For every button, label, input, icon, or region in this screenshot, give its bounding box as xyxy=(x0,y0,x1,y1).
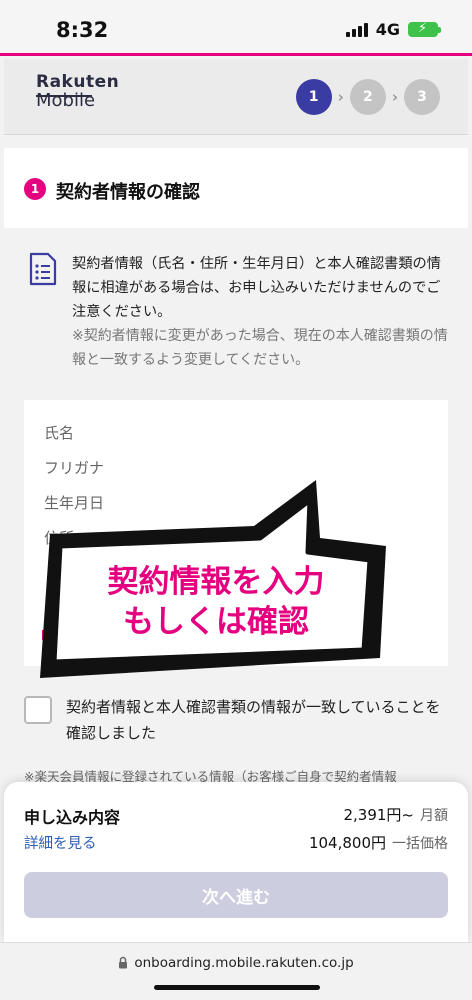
site-header: Rakuten Mobile 1 › 2 › 3 xyxy=(4,59,468,135)
order-summary-sheet: 申し込み内容 詳細を見る 2,391円~ 月額 104,800円 一括価格 次へ… xyxy=(4,782,468,942)
notice-subtext: ※契約者情報に変更があった場合、現在の本人確認書類の情報と一致するよう変更してく… xyxy=(72,328,448,368)
field-label-name: 氏名 xyxy=(44,424,75,442)
callout-line-1: 契約情報を入力 xyxy=(108,564,325,600)
browser-url-bar[interactable]: onboarding.mobile.rakuten.co.jp xyxy=(0,942,472,1000)
rakuten-mobile-logo[interactable]: Rakuten Mobile xyxy=(36,73,119,111)
lump-price-row: 104,800円 一括価格 xyxy=(309,832,448,853)
status-bar: 8:32 4G ⚡ xyxy=(0,0,472,56)
confirm-checkbox[interactable] xyxy=(24,696,52,724)
chevron-right-icon: › xyxy=(337,88,344,106)
chevron-right-icon: › xyxy=(391,88,398,106)
monthly-price: 2,391円~ xyxy=(343,806,414,824)
step-3: 3 xyxy=(404,79,440,115)
callout-line-2: もしくは確認 xyxy=(123,604,309,640)
step-2: 2 xyxy=(349,79,386,115)
lock-icon xyxy=(119,956,128,969)
next-button[interactable]: 次へ進む xyxy=(24,872,448,918)
battery-icon: ⚡ xyxy=(408,21,441,37)
url-display[interactable]: onboarding.mobile.rakuten.co.jp xyxy=(0,955,472,971)
section-number-badge: 1 xyxy=(24,178,46,200)
field-label-furigana: フリガナ xyxy=(44,459,105,477)
section-title: 契約者情報の確認 xyxy=(56,182,200,203)
summary-title: 申し込み内容 xyxy=(24,808,121,827)
url-text: onboarding.mobile.rakuten.co.jp xyxy=(134,955,354,971)
monthly-price-row: 2,391円~ 月額 xyxy=(343,804,448,825)
step-indicator: 1 › 2 › 3 xyxy=(295,79,440,115)
document-icon xyxy=(29,252,57,286)
logo-underline xyxy=(36,95,92,97)
section-header: 1 契約者情報の確認 xyxy=(4,148,468,228)
lump-price: 104,800円 xyxy=(308,834,386,852)
status-time: 8:32 xyxy=(56,18,109,42)
lump-label: 一括価格 xyxy=(392,836,448,852)
callout-annotation: 契約情報を入力 もしくは確認 xyxy=(40,480,386,678)
network-type: 4G xyxy=(375,20,400,39)
notice-text: 契約者情報（氏名・住所・生年月日）と本人確認書類の情報に相違がある場合は、お申し… xyxy=(72,256,441,320)
details-link[interactable]: 詳細を見る xyxy=(24,832,97,853)
home-indicator[interactable] xyxy=(154,985,320,990)
main-content: 1 契約者情報の確認 契約者情報（氏名・住所・生年月日）と本人確認書類の情報に相… xyxy=(4,148,468,788)
confirm-checkbox-label[interactable]: 契約者情報と本人確認書類の情報が一致していることを確認しました xyxy=(66,694,452,746)
step-1: 1 xyxy=(295,79,332,115)
signal-icon xyxy=(345,22,368,37)
status-icons: 4G ⚡ xyxy=(345,20,441,39)
monthly-label: 月額 xyxy=(420,808,448,824)
